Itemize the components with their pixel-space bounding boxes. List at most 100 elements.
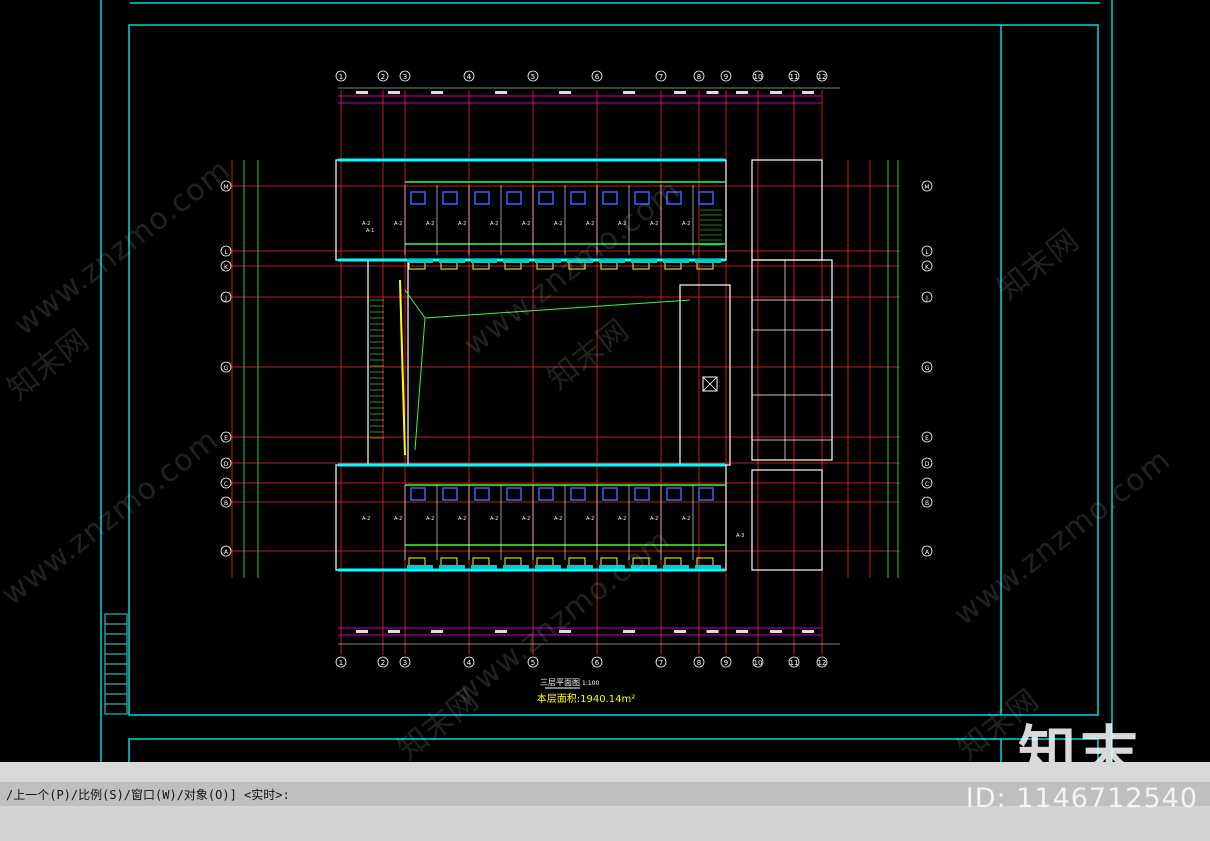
window-frame bbox=[599, 565, 625, 569]
room-label: A-2 bbox=[522, 516, 530, 522]
next-sheet-frame bbox=[128, 738, 1099, 762]
dimension-text bbox=[559, 630, 571, 633]
balcony bbox=[472, 557, 490, 567]
grid-bubble-label: A bbox=[925, 549, 930, 556]
grid-bubble-label: 11 bbox=[790, 73, 799, 81]
dimension-text bbox=[674, 630, 686, 633]
grid-bubble-label: 6 bbox=[595, 73, 600, 81]
grid-bubble-label: M bbox=[924, 184, 929, 191]
room-label: A-2 bbox=[522, 221, 530, 227]
grid-bubble-label: E bbox=[224, 435, 228, 442]
bathroom-fixture bbox=[698, 487, 714, 501]
bathroom-fixture bbox=[474, 487, 490, 501]
room-label: A-2 bbox=[426, 516, 434, 522]
window-frame bbox=[471, 259, 497, 263]
grid-bubble-label: 4 bbox=[467, 73, 472, 81]
wall-outline bbox=[335, 159, 727, 261]
grid-bubble-label: J bbox=[224, 295, 227, 302]
window-frame bbox=[407, 259, 433, 263]
dimension-text bbox=[736, 91, 748, 94]
room-label: A-2 bbox=[362, 221, 370, 227]
room-label: A-2 bbox=[650, 221, 658, 227]
grid-bubble-label: G bbox=[224, 365, 229, 372]
courtyard-outline bbox=[414, 317, 426, 451]
model-space-canvas[interactable]: A-2 A-2 A-2 A-2 A-2 A-2 A-2 A-2 A-2 A-2 A-2 A-2 A-2 A… bbox=[0, 0, 1210, 762]
room-label: A-2 bbox=[554, 516, 562, 522]
revision-cell bbox=[104, 613, 128, 625]
grid-bubble-label: E bbox=[925, 435, 929, 442]
room-label: A-2 bbox=[394, 221, 402, 227]
room-label: A-2 bbox=[362, 516, 370, 522]
dimension-text bbox=[356, 630, 368, 633]
grid-bubble-label: 1 bbox=[339, 659, 343, 667]
window-frame bbox=[439, 565, 465, 569]
bathroom-fixture bbox=[442, 487, 458, 501]
corridor-wall bbox=[399, 279, 406, 456]
grid-bubble-label: L bbox=[224, 249, 228, 256]
wall-outline bbox=[751, 469, 823, 571]
room-label: A-2 bbox=[682, 516, 690, 522]
window-frame bbox=[631, 565, 657, 569]
bathroom-fixture bbox=[666, 487, 682, 501]
grid-bubble-label: A bbox=[224, 549, 229, 556]
room-label: A-2 bbox=[394, 516, 402, 522]
grid-bubble-label: 3 bbox=[403, 659, 407, 667]
grid-bubble-label: 9 bbox=[724, 659, 728, 667]
room-label: A-2 bbox=[490, 221, 498, 227]
bathroom-fixture bbox=[538, 487, 554, 501]
grid-bubble-label: 11 bbox=[790, 659, 799, 667]
room-label: A-2 bbox=[490, 516, 498, 522]
bathroom-fixture bbox=[410, 191, 426, 205]
plan-title: 三层平面图 bbox=[540, 678, 580, 687]
dimension-text bbox=[495, 630, 507, 633]
room-label: A-2 bbox=[554, 221, 562, 227]
room-label: A-1 bbox=[366, 228, 374, 234]
grid-bubble-label: 1 bbox=[339, 73, 343, 81]
room-label: A-2 bbox=[618, 221, 626, 227]
grid-bubble-label: 12 bbox=[818, 659, 827, 667]
courtyard-outline bbox=[404, 289, 691, 319]
grid-bubble-label: B bbox=[925, 500, 929, 507]
balcony bbox=[600, 557, 618, 567]
grid-bubble-label: 8 bbox=[697, 73, 701, 81]
window-frame bbox=[503, 565, 529, 569]
balcony bbox=[408, 557, 426, 567]
dimension-text bbox=[559, 91, 571, 94]
balcony bbox=[568, 557, 586, 567]
balcony bbox=[696, 557, 714, 567]
bathroom-fixture bbox=[602, 191, 618, 205]
bathroom-fixture bbox=[474, 191, 490, 205]
grid-bubble-label: G bbox=[925, 365, 930, 372]
revision-cell bbox=[104, 693, 128, 705]
window-frame bbox=[567, 259, 593, 263]
floor-plan-drawing[interactable]: A-2 A-2 A-2 A-2 A-2 A-2 A-2 A-2 A-2 A-2 A-2A-2 A-2 A… bbox=[0, 0, 1210, 762]
grid-bubble-label: 10 bbox=[754, 73, 763, 81]
bathroom-fixture bbox=[506, 487, 522, 501]
grid-bubble-label: 5 bbox=[531, 659, 535, 667]
bathroom-fixture bbox=[570, 191, 586, 205]
room-label: A-2 bbox=[426, 221, 434, 227]
bathroom-fixture bbox=[442, 191, 458, 205]
bathroom-fixture bbox=[538, 191, 554, 205]
grid-bubble-label: 5 bbox=[531, 73, 535, 81]
grid-bubble-label: 7 bbox=[659, 659, 663, 667]
room-label: A-2 bbox=[682, 221, 690, 227]
grid-bubble-label: K bbox=[925, 264, 930, 271]
dimension-text bbox=[706, 91, 719, 94]
window-frame bbox=[663, 259, 689, 263]
sheet-inner-frame bbox=[128, 24, 1099, 716]
grid-bubble-label: D bbox=[925, 461, 930, 468]
dimension-text bbox=[388, 91, 400, 94]
revision-cell bbox=[104, 663, 128, 675]
command-line-panel[interactable]: /上一个(P)/比例(S)/窗口(W)/对象(O)] <实时>: ID: 114… bbox=[0, 762, 1210, 841]
grid-bubble-label: 9 bbox=[724, 73, 728, 81]
dimension-text bbox=[802, 630, 814, 633]
grid-bubble-label: 4 bbox=[467, 659, 472, 667]
dimension-text bbox=[802, 91, 814, 94]
revision-cell bbox=[104, 653, 128, 665]
grid-bubble-label: K bbox=[224, 264, 229, 271]
window-frame bbox=[535, 565, 561, 569]
grid-bubble-label: L bbox=[925, 249, 929, 256]
revision-cell bbox=[104, 623, 128, 635]
grid-bubble-label: 3 bbox=[403, 73, 407, 81]
